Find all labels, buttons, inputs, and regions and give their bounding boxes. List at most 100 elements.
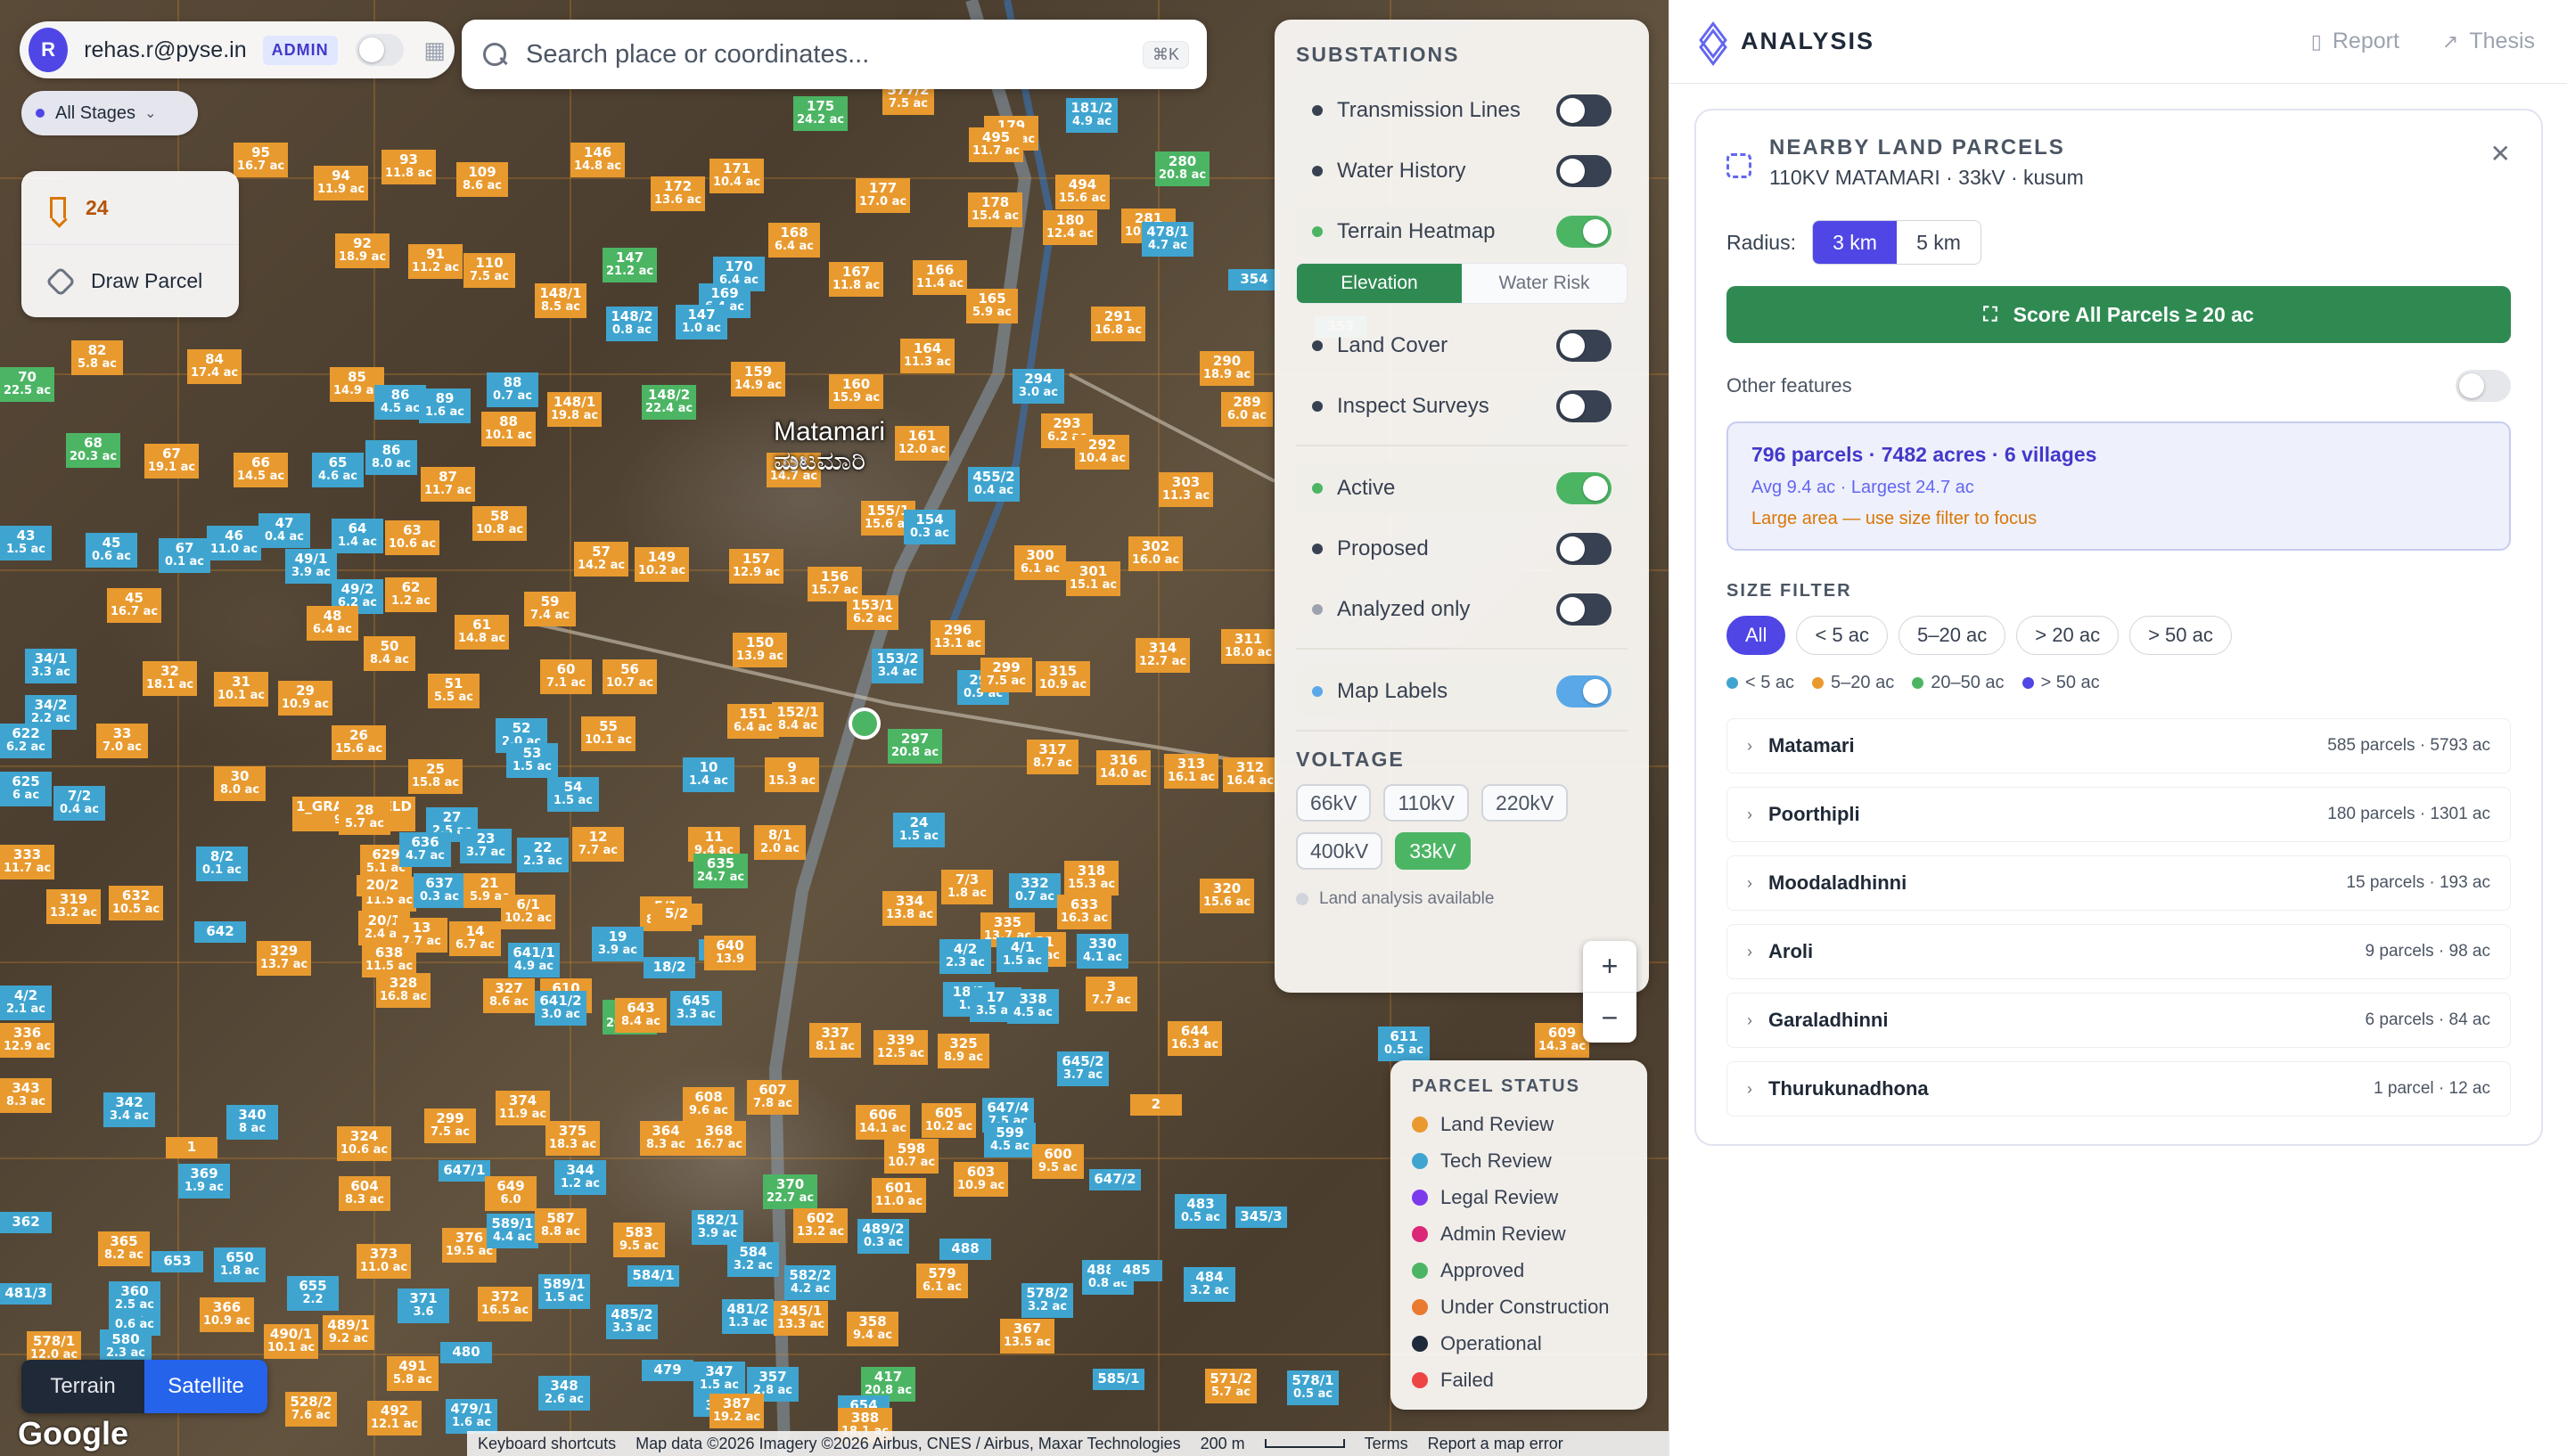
land-cover-toggle[interactable]: [1556, 330, 1612, 362]
parcel-marker[interactable]: 43 1.5 ac: [0, 526, 52, 561]
parcel-marker[interactable]: 373 11.0 ac: [357, 1244, 412, 1280]
parcel-marker[interactable]: 109 8.6 ac: [456, 162, 508, 198]
village-row[interactable]: › Poorthipli 180 parcels · 1301 ac: [1726, 787, 2511, 842]
parcel-marker[interactable]: 8/1 2.0 ac: [754, 825, 806, 861]
parcel-marker[interactable]: 168 6.4 ac: [768, 223, 820, 258]
parcel-marker[interactable]: 147 1.0 ac: [676, 305, 727, 340]
parcel-marker[interactable]: 622 6.2 ac: [0, 724, 52, 759]
parcel-marker[interactable]: 22 2.3 ac: [517, 838, 569, 873]
parcel-marker[interactable]: 300 6.1 ac: [1014, 545, 1066, 581]
parcel-marker[interactable]: 14 6.7 ac: [449, 921, 501, 957]
parcel-marker[interactable]: 64 1.4 ac: [332, 519, 383, 554]
parcel-marker[interactable]: 324 10.6 ac: [337, 1126, 392, 1162]
parcel-marker[interactable]: 91 11.2 ac: [408, 244, 463, 280]
analyzed-only-toggle[interactable]: [1556, 593, 1612, 626]
parcel-marker[interactable]: 33 7.0 ac: [96, 724, 148, 759]
parcel-marker[interactable]: 9 15.3 ac: [765, 757, 820, 793]
parcel-marker[interactable]: 302 16.0 ac: [1128, 536, 1184, 572]
parcel-marker[interactable]: 339 12.5 ac: [873, 1030, 929, 1066]
parcel-marker[interactable]: 25 15.8 ac: [408, 759, 463, 795]
parcel-marker[interactable]: 347 1.5 ac: [693, 1362, 745, 1397]
parcel-marker[interactable]: 601 11.0 ac: [872, 1178, 927, 1214]
parcel-marker[interactable]: 167 11.8 ac: [829, 262, 884, 298]
parcel-marker[interactable]: 483 0.5 ac: [1175, 1194, 1226, 1230]
search-input[interactable]: [524, 38, 1143, 70]
parcel-marker[interactable]: 24 1.5 ac: [893, 813, 945, 848]
parcel-marker[interactable]: 301 15.1 ac: [1066, 561, 1121, 597]
parcel-marker[interactable]: 340 8 ac: [226, 1105, 278, 1141]
map-labels-toggle[interactable]: [1556, 675, 1612, 708]
parcel-marker[interactable]: 181/2 4.9 ac: [1066, 98, 1118, 134]
parcel-marker[interactable]: 372 16.5 ac: [478, 1287, 533, 1322]
parcel-marker[interactable]: 292 10.4 ac: [1075, 435, 1130, 470]
parcel-marker[interactable]: 178 15.4 ac: [968, 192, 1023, 228]
parcel-marker[interactable]: 635 24.7 ac: [693, 854, 749, 889]
parcel-marker[interactable]: 489/1 9.2 ac: [323, 1315, 374, 1351]
parcel-marker[interactable]: 45 16.7 ac: [107, 588, 162, 624]
parcel-marker[interactable]: 584 3.2 ac: [727, 1242, 779, 1278]
parcel-marker[interactable]: 606 14.1 ac: [856, 1105, 911, 1141]
parcel-marker[interactable]: 58 10.8 ac: [472, 506, 528, 542]
parcel-marker[interactable]: 315 10.9 ac: [1036, 661, 1091, 697]
parcel-marker[interactable]: 647/2: [1089, 1169, 1141, 1191]
parcel-marker[interactable]: 598 10.7 ac: [884, 1139, 939, 1174]
parcel-marker[interactable]: 587 8.8 ac: [535, 1208, 586, 1244]
parcel-marker[interactable]: 171 10.4 ac: [709, 159, 765, 194]
thesis-button[interactable]: ↗ Thesis: [2442, 29, 2535, 54]
radius-5km-button[interactable]: 5 km: [1897, 221, 1981, 264]
parcel-marker[interactable]: 57 14.2 ac: [574, 542, 629, 577]
water-history-toggle[interactable]: [1556, 155, 1612, 187]
parcel-marker[interactable]: 149 10.2 ac: [635, 547, 690, 583]
parcel-marker[interactable]: 608 9.6 ac: [683, 1087, 734, 1123]
parcel-marker[interactable]: 494 15.6 ac: [1055, 175, 1111, 210]
parcel-marker[interactable]: 332 0.7 ac: [1009, 873, 1061, 909]
parcel-marker[interactable]: 632 10.5 ac: [109, 886, 164, 921]
parcel-marker[interactable]: 166 11.4 ac: [913, 260, 968, 296]
parcel-marker[interactable]: 280 20.8 ac: [1155, 151, 1210, 187]
parcel-marker[interactable]: 164 11.3 ac: [900, 339, 955, 374]
parcel-marker[interactable]: 95 16.7 ac: [234, 143, 289, 178]
terms-link[interactable]: Terms: [1365, 1435, 1408, 1453]
parcel-marker[interactable]: 148/1 8.5 ac: [535, 283, 586, 319]
parcel-marker[interactable]: 30 8.0 ac: [214, 766, 266, 802]
parcel-marker[interactable]: 366 10.9 ac: [200, 1297, 255, 1333]
layer-inspect-surveys[interactable]: Inspect Surveys: [1296, 380, 1628, 432]
parcel-marker[interactable]: 10 1.4 ac: [683, 757, 734, 793]
parcel-marker[interactable]: 649 6.0: [485, 1176, 537, 1212]
parcel-marker[interactable]: 88 10.1 ac: [481, 412, 537, 447]
saved-parcels-button[interactable]: 24: [21, 171, 239, 244]
parcel-marker[interactable]: 311 18.0 ac: [1221, 629, 1276, 665]
parcel-marker[interactable]: 644 16.3 ac: [1168, 1021, 1223, 1057]
voltage-110kv[interactable]: 110kV: [1383, 784, 1469, 822]
parcel-marker[interactable]: 110 7.5 ac: [463, 253, 515, 289]
parcel-marker[interactable]: 345/1 13.3 ac: [774, 1301, 829, 1337]
parcel-marker[interactable]: 180 12.4 ac: [1043, 210, 1098, 246]
parcel-marker[interactable]: 325 8.9 ac: [938, 1034, 989, 1069]
parcel-marker[interactable]: 50 8.4 ac: [364, 636, 415, 672]
parcel-marker[interactable]: 153/1 6.2 ac: [847, 595, 898, 631]
parcel-marker[interactable]: 84 17.4 ac: [187, 349, 242, 385]
parcel-marker[interactable]: 67 0.1 ac: [159, 538, 210, 574]
parcel-marker[interactable]: 89 1.6 ac: [419, 389, 471, 424]
parcel-marker[interactable]: 82 5.8 ac: [71, 340, 123, 376]
parcel-marker[interactable]: 329 13.7 ac: [257, 941, 312, 977]
scale-label[interactable]: 200 m: [1201, 1435, 1245, 1453]
parcel-marker[interactable]: 578/1 0.5 ac: [1287, 1370, 1339, 1406]
grid-icon[interactable]: ▦: [423, 37, 446, 64]
parcel-marker[interactable]: 317 8.7 ac: [1027, 740, 1078, 775]
voltage-33kv[interactable]: 33kV: [1395, 832, 1471, 870]
parcel-marker[interactable]: 172 13.6 ac: [651, 176, 706, 212]
parcel-marker[interactable]: 495 11.7 ac: [969, 127, 1024, 163]
parcel-marker[interactable]: 86 8.0 ac: [365, 440, 417, 476]
parcel-marker[interactable]: 1: [166, 1137, 217, 1159]
parcel-marker[interactable]: 481/3: [0, 1283, 52, 1305]
parcel-marker[interactable]: 46 11.0 ac: [207, 526, 262, 561]
parcel-marker[interactable]: 604 8.3 ac: [339, 1176, 390, 1212]
parcel-marker[interactable]: 4/2 2.3 ac: [939, 939, 991, 975]
parcel-marker[interactable]: 318 15.3 ac: [1064, 861, 1119, 896]
parcel-marker[interactable]: 31 10.1 ac: [214, 672, 269, 708]
parcel-marker[interactable]: 338 4.5 ac: [1007, 989, 1059, 1025]
zoom-in-button[interactable]: +: [1583, 941, 1636, 992]
parcel-marker[interactable]: 354: [1228, 269, 1280, 291]
parcel-marker[interactable]: 56 10.7 ac: [603, 659, 658, 695]
